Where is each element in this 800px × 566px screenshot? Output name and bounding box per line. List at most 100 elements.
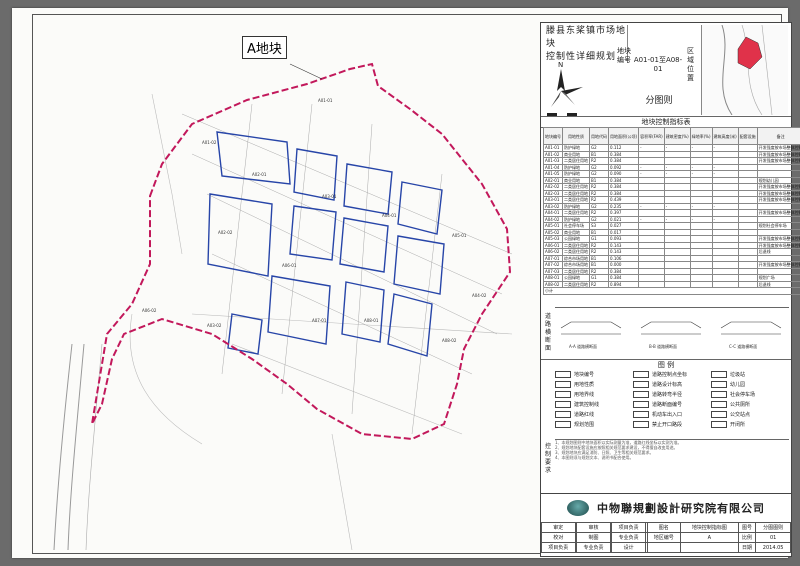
legend-swatch-icon bbox=[711, 401, 727, 408]
table-cell: 开发强度按市场整体控制 bbox=[756, 144, 800, 152]
legend-item: 道路设计标高 bbox=[633, 381, 682, 388]
legend-swatch-icon bbox=[711, 381, 727, 388]
company-block: 中物聯規劃設計研究院有限公司 bbox=[541, 493, 791, 522]
legend-label: 用地性质 bbox=[574, 382, 595, 388]
location-map bbox=[721, 24, 773, 116]
company-name: 中物聯規劃設計研究院有限公司 bbox=[597, 502, 765, 515]
note-line: 4、本图则须与规划文本、说明书配合使用。 bbox=[555, 455, 634, 460]
table-cell: 开发强度按市场整体控制 bbox=[756, 157, 800, 165]
table-header-cell: 绿地率(%) bbox=[689, 127, 713, 145]
legend-item: 道路红线 bbox=[555, 411, 594, 418]
signature-table: 审定 审核 项目负责 图名 地块控制指标图 图号 分图图则 校对 制图 专业负责 地区编号 A 比例 01… bbox=[541, 522, 791, 553]
table-cell: 二类居住用地 bbox=[562, 196, 590, 204]
legend-item: 用地性质 bbox=[555, 381, 594, 388]
signature-cell: 制图 bbox=[576, 532, 611, 543]
legend-item: 机动车出入口 bbox=[633, 411, 682, 418]
block-label: A03-01 bbox=[322, 194, 337, 199]
control-notes: 1、本规划图则中地块面积以实际测量为准，道路红线坐标以实测为准。 2、规划地块配… bbox=[555, 439, 789, 488]
block-label: A04-01 bbox=[382, 213, 397, 218]
legend-item: 道路转弯半径 bbox=[633, 391, 682, 398]
north-label: N bbox=[558, 61, 564, 69]
legend-item: 公交站点 bbox=[711, 411, 750, 418]
legend-swatch-icon bbox=[555, 371, 571, 378]
legend-swatch-icon bbox=[555, 411, 571, 418]
table-cell: 开发强度按市场整体控制 bbox=[756, 189, 800, 197]
legend-item: 地块编号 bbox=[555, 371, 594, 378]
table-body: A01-01 防护绿地 G2 0.112- - - - 开发强度按市场整体控制 A01-02 商业… bbox=[543, 144, 800, 295]
legend-label: 公交站点 bbox=[730, 412, 751, 418]
legend-item: 社会停车场 bbox=[711, 391, 755, 398]
table-header-cell: 备注 bbox=[756, 127, 800, 145]
table-header-cell: 用地性质 bbox=[562, 127, 590, 145]
legend-swatch-icon bbox=[711, 421, 727, 428]
table-header-cell: 用地代码 bbox=[589, 127, 609, 145]
location-inset bbox=[701, 24, 788, 116]
signature-cell: 审定 bbox=[541, 522, 576, 533]
signature-cell: 专业负责 bbox=[611, 532, 646, 543]
legend-swatch-icon bbox=[633, 381, 649, 388]
table-cell: 开发强度按市场整体控制 bbox=[756, 150, 800, 158]
table-total-row: 小计 bbox=[543, 287, 800, 295]
legend-label: 用地界线 bbox=[574, 392, 595, 398]
legend-item: 道路控制点坐标 bbox=[633, 371, 687, 378]
legend-item: 幼儿园 bbox=[711, 381, 745, 388]
table-header-cell: 容积率(FAR) bbox=[638, 127, 665, 145]
legend-item: 垃圾站 bbox=[711, 371, 745, 378]
control-table: 地块编号 用地性质 用地代码 用地面积(公顷) 容积率(FAR) 建筑密度(%) 绿地率(%… bbox=[543, 127, 800, 295]
legend-title: 图 例 bbox=[541, 359, 791, 370]
block-label: A07-01 bbox=[312, 318, 327, 323]
legend-swatch-icon bbox=[711, 371, 727, 378]
legend-swatch-icon bbox=[555, 421, 571, 428]
region-label: 区域位置 bbox=[687, 47, 694, 82]
legend-label: 公共厕所 bbox=[730, 402, 751, 408]
signature-cell: 专业负责 bbox=[576, 542, 611, 553]
legend-label: 垃圾站 bbox=[730, 372, 746, 378]
block-label: A04-02 bbox=[472, 293, 487, 298]
block-label: A01-02 bbox=[202, 140, 217, 145]
road-section-name: B-B 道路横断面 bbox=[649, 344, 678, 349]
table-total-cell: 小计 bbox=[543, 287, 800, 295]
signature-cell: 日期 bbox=[737, 542, 757, 553]
signature-cell bbox=[680, 542, 739, 553]
table-header: 地块编号 用地性质 用地代码 用地面积(公顷) 容积率(FAR) 建筑密度(%) 绿地率(%… bbox=[543, 127, 800, 145]
table-cell: 开发强度按市场整体控制 bbox=[756, 196, 800, 204]
signature-cell: 审核 bbox=[576, 522, 611, 533]
legend-label: 道路设计标高 bbox=[652, 382, 683, 388]
table-cell: 综合市场用地 bbox=[562, 254, 590, 262]
legend-swatch-icon bbox=[633, 391, 649, 398]
table-cell: 二类居住用地 bbox=[562, 209, 590, 217]
north-arrow-icon bbox=[547, 69, 587, 116]
road-sections: A-A 道路横断面 B-B 道路横断面 C-C 道路横断面 bbox=[555, 307, 789, 358]
plot-number: A01-01至A08-01 bbox=[633, 56, 683, 73]
table-header-cell: 配套设施 bbox=[737, 127, 758, 145]
signature-cell: 设计 bbox=[611, 542, 646, 553]
legend-item: 规划范围 bbox=[555, 421, 594, 428]
signature-cell: 图号 bbox=[737, 522, 757, 533]
area-label: A地块 bbox=[242, 36, 287, 59]
legend-swatch-icon bbox=[711, 391, 727, 398]
table-cell: 二类居住用地 bbox=[562, 280, 590, 288]
block-label: A01-01 bbox=[318, 98, 333, 103]
sheet-title: 分图则 bbox=[645, 96, 673, 106]
block-label: A03-02 bbox=[207, 323, 222, 328]
block-label: A05-01 bbox=[452, 233, 467, 238]
table-cell: 二类居住用地 bbox=[562, 267, 590, 275]
block-label: A06-02 bbox=[142, 308, 157, 313]
table-cell: 开发强度按市场整体控制 bbox=[756, 261, 800, 269]
table-cell: 二类居住用地 bbox=[562, 189, 590, 197]
legend-swatch-icon bbox=[555, 391, 571, 398]
signature-cell: 比例 bbox=[737, 532, 757, 543]
legend-label: 道路红线 bbox=[574, 412, 595, 418]
legend-label: 道路断面编号 bbox=[652, 402, 683, 408]
legend-swatch-icon bbox=[555, 401, 571, 408]
table-cell: 开发强度按市场整体控制 bbox=[756, 235, 800, 243]
road-section-name: A-A 道路横断面 bbox=[569, 344, 598, 349]
legend-item: 用地界线 bbox=[555, 391, 594, 398]
legend-label: 地块编号 bbox=[574, 372, 595, 378]
table-header-cell: 建筑密度(%) bbox=[663, 127, 691, 145]
legend-swatch-icon bbox=[633, 371, 649, 378]
signature-cell: 01 bbox=[755, 532, 791, 543]
info-panel: 滕县东桨镇市场地块 控制性详细规划 N 地块编号 A01-01至A08-01 区… bbox=[540, 22, 800, 557]
table-cell: 二类居住用地 bbox=[562, 248, 590, 256]
block-label: A06-01 bbox=[282, 263, 297, 268]
